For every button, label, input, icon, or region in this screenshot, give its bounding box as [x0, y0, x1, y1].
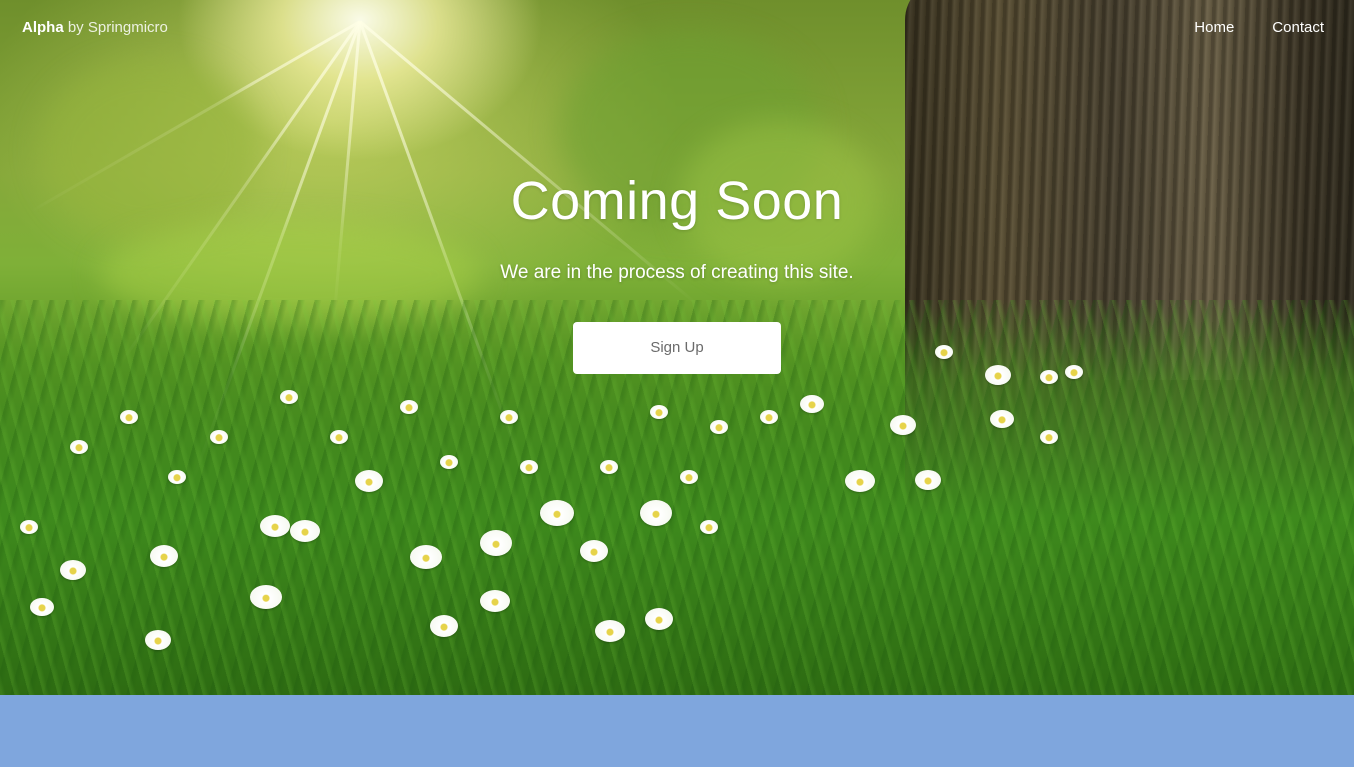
flower: [650, 405, 668, 419]
footer-band: [0, 695, 1354, 767]
hero-subtitle: We are in the process of creating this s…: [500, 262, 854, 283]
flower: [60, 560, 86, 580]
brand-suffix: by Springmicro: [67, 19, 168, 36]
flower: [990, 410, 1014, 428]
flower: [710, 420, 728, 434]
flower: [260, 515, 290, 537]
brand-name: Alpha: [22, 19, 64, 36]
brand-logo-link[interactable]: Alpha by Springmicro: [22, 19, 168, 36]
flower: [355, 470, 383, 492]
flower: [520, 460, 538, 474]
flower: [800, 395, 824, 413]
flower: [250, 585, 282, 609]
flower: [120, 410, 138, 424]
flower: [410, 545, 442, 569]
flower: [1040, 430, 1058, 444]
nav-link-contact[interactable]: Contact: [1272, 19, 1324, 36]
page: Alpha by Springmicro Home Contact Coming…: [0, 0, 1354, 767]
main-nav: Home Contact: [1194, 19, 1324, 36]
flower: [540, 500, 574, 526]
flower: [280, 390, 298, 404]
sign-up-button[interactable]: Sign Up: [573, 322, 781, 374]
flower: [168, 470, 186, 484]
flower: [150, 545, 178, 567]
flower: [595, 620, 625, 642]
flower: [480, 590, 510, 612]
flower: [915, 470, 941, 490]
flower: [30, 598, 54, 616]
flower: [430, 615, 458, 637]
flower: [210, 430, 228, 444]
hero-title: Coming Soon: [510, 171, 844, 231]
flower: [680, 470, 698, 484]
flower: [440, 455, 458, 469]
flower: [145, 630, 171, 650]
hero-content: Coming Soon We are in the process of cre…: [0, 170, 1354, 374]
flower: [20, 520, 38, 534]
flower: [290, 520, 320, 542]
flower: [890, 415, 916, 435]
flower: [480, 530, 512, 556]
flower: [500, 410, 518, 424]
flower: [330, 430, 348, 444]
flower: [760, 410, 778, 424]
nav-link-home[interactable]: Home: [1194, 19, 1234, 36]
flower: [700, 520, 718, 534]
site-header: Alpha by Springmicro Home Contact: [0, 0, 1354, 58]
flower: [640, 500, 672, 526]
flower: [580, 540, 608, 562]
flower: [400, 400, 418, 414]
flower: [600, 460, 618, 474]
flower: [70, 440, 88, 454]
flower: [645, 608, 673, 630]
flower: [845, 470, 875, 492]
